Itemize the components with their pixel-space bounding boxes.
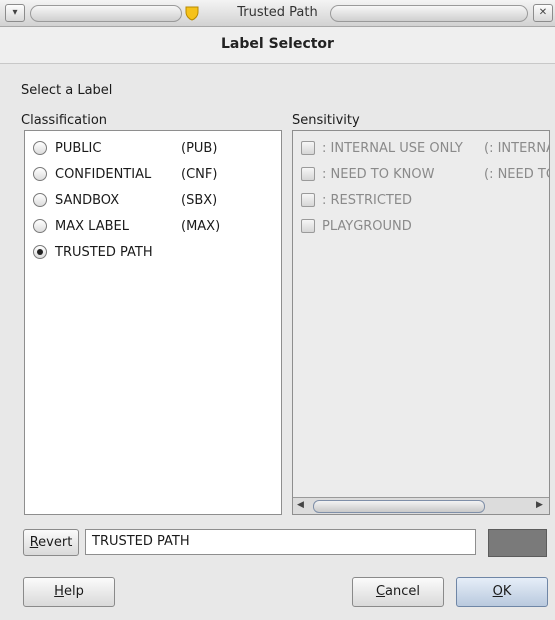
classification-list: PUBLIC (PUB) CONFIDENTIAL (CNF) SANDBOX …: [24, 130, 282, 515]
classification-item-public[interactable]: PUBLIC (PUB): [33, 137, 217, 159]
help-button[interactable]: Help: [23, 577, 115, 607]
checkbox[interactable]: [301, 219, 315, 233]
ok-button[interactable]: OK: [456, 577, 548, 607]
radio-button[interactable]: [33, 141, 47, 155]
classification-item-sandbox[interactable]: SANDBOX (SBX): [33, 189, 217, 211]
scroll-left-icon[interactable]: ◀: [297, 500, 304, 510]
select-label-prompt: Select a Label: [21, 83, 113, 98]
sensitivity-heading: Sensitivity: [292, 113, 360, 128]
label-field[interactable]: TRUSTED PATH: [85, 529, 476, 555]
close-button[interactable]: ✕: [533, 4, 553, 22]
radio-button[interactable]: [33, 219, 47, 233]
close-icon: ✕: [538, 7, 548, 18]
checkbox[interactable]: [301, 193, 315, 207]
title-bar: ▾ Trusted Path ✕: [0, 0, 555, 27]
revert-button[interactable]: Revert: [23, 529, 79, 556]
sensitivity-item-restricted[interactable]: : RESTRICTED: [301, 189, 484, 211]
dialog-header: Label Selector: [0, 27, 555, 64]
sensitivity-list: : INTERNAL USE ONLY (: INTERNA : NEED TO…: [292, 130, 550, 515]
horizontal-scrollbar[interactable]: ◀ ▶: [293, 497, 549, 514]
label-color-swatch: [488, 529, 547, 557]
scroll-right-icon[interactable]: ▶: [536, 500, 543, 510]
classification-heading: Classification: [21, 113, 108, 128]
checkbox[interactable]: [301, 141, 315, 155]
checkbox[interactable]: [301, 167, 315, 181]
title-bar-decoration-right: [330, 5, 528, 22]
radio-button-selected[interactable]: [33, 245, 47, 259]
scrollbar-thumb[interactable]: [313, 500, 485, 513]
classification-item-max-label[interactable]: MAX LABEL (MAX): [33, 215, 220, 237]
radio-button[interactable]: [33, 193, 47, 207]
cancel-button[interactable]: Cancel: [352, 577, 444, 607]
radio-button[interactable]: [33, 167, 47, 181]
sensitivity-item-internal-use-only[interactable]: : INTERNAL USE ONLY (: INTERNA: [301, 137, 549, 159]
classification-item-trusted-path[interactable]: TRUSTED PATH: [33, 241, 181, 263]
sensitivity-item-playground[interactable]: PLAYGROUND: [301, 215, 484, 237]
dialog-title: Label Selector: [221, 36, 334, 52]
classification-item-confidential[interactable]: CONFIDENTIAL (CNF): [33, 163, 217, 185]
sensitivity-item-need-to-know[interactable]: : NEED TO KNOW (: NEED TO: [301, 163, 549, 185]
